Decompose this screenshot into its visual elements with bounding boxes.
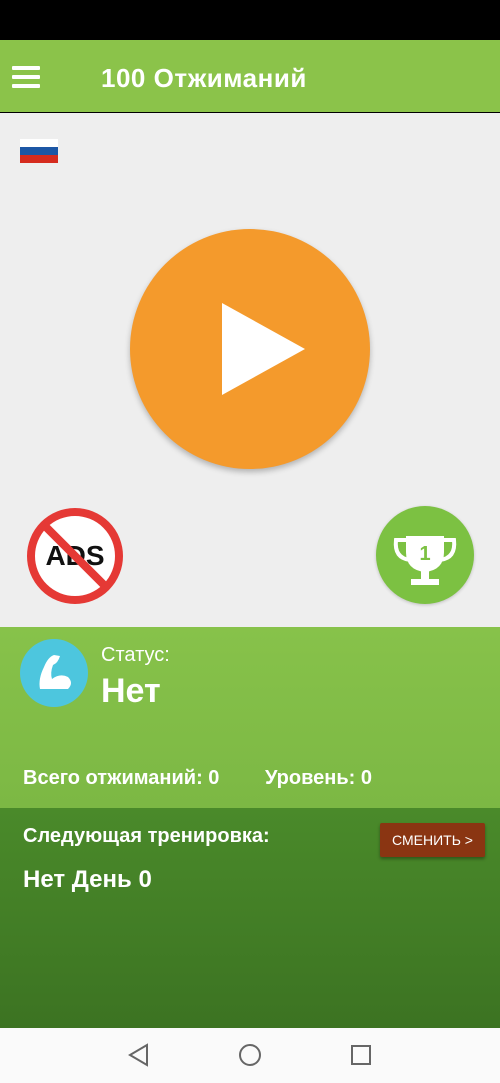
total-pushups: Всего отжиманий: 0 (23, 767, 220, 789)
next-workout-label: Следующая тренировка: (23, 825, 270, 847)
menu-icon[interactable] (12, 66, 40, 88)
muscle-arm-icon (39, 655, 71, 689)
main-area: ADS 1 (0, 113, 500, 627)
back-icon[interactable] (126, 1042, 152, 1068)
level: Уровень: 0 (265, 767, 372, 789)
status-label: Статус: (101, 644, 170, 666)
avatar (20, 639, 88, 707)
next-workout-value: Нет День 0 (23, 866, 152, 893)
recents-icon[interactable] (348, 1042, 374, 1068)
app-bar: 100 Отжиманий (0, 40, 500, 112)
no-ads-icon: ADS (27, 508, 123, 604)
system-navigation-bar (0, 1028, 500, 1083)
status-panel: Статус: Нет Всего отжиманий: 0 Уровень: … (0, 627, 500, 808)
system-status-bar (0, 0, 500, 40)
trophy-icon: 1 (393, 536, 457, 585)
language-flag-icon[interactable] (20, 139, 58, 163)
status-value: Нет (101, 672, 161, 710)
achievements-button[interactable]: 1 (376, 506, 474, 604)
start-workout-button[interactable] (130, 229, 370, 469)
next-workout-panel: Следующая тренировка: Нет День 0 СМЕНИТЬ… (0, 808, 500, 1028)
remove-ads-button[interactable]: ADS (26, 507, 124, 605)
play-icon (222, 303, 305, 395)
home-icon[interactable] (237, 1042, 263, 1068)
trophy-badge-text: 1 (419, 543, 430, 565)
app-title: 100 Отжиманий (101, 63, 307, 93)
change-program-button[interactable]: СМЕНИТЬ > (380, 823, 485, 857)
